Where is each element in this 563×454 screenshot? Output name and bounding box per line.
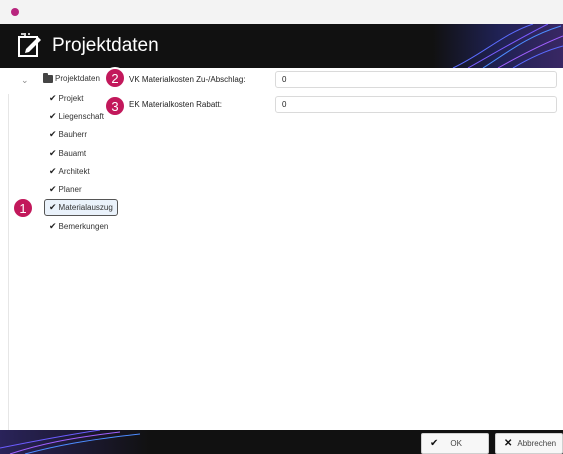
tree-item-liegenschaft[interactable]: ✔ Liegenschaft (49, 111, 104, 122)
check-icon: ✔ (49, 93, 57, 103)
ek-materialkosten-input[interactable]: 0 (275, 96, 557, 113)
tree-item-label: Projekt (58, 94, 84, 103)
tree-item-planer[interactable]: ✔ Planer (49, 184, 82, 195)
check-icon: ✔ (49, 129, 57, 139)
footer-decoration (0, 430, 150, 454)
project-tree: ⌄ Projektdaten ✔ Projekt ✔ Liegenschaft … (0, 68, 130, 430)
tree-item-bauherr[interactable]: ✔ Bauherr (49, 129, 87, 140)
check-icon: ✔ (49, 184, 57, 194)
tree-root-label: Projektdaten (55, 74, 100, 83)
check-icon: ✔ (49, 111, 57, 121)
tree-item-label: Bemerkungen (58, 222, 109, 231)
tree-root[interactable]: Projektdaten (43, 72, 100, 83)
ek-materialkosten-label: EK Materialkosten Rabatt: (129, 100, 222, 109)
check-icon: ✔ (49, 148, 57, 158)
check-icon: ✔ (49, 166, 57, 176)
check-icon: ✔ (430, 438, 439, 449)
vk-materialkosten-label: VK Materialkosten Zu-/Abschlag: (129, 75, 246, 84)
vk-materialkosten-input[interactable]: 0 (275, 71, 557, 88)
callout-badge-3: 3 (104, 95, 126, 117)
tree-item-label: Planer (58, 185, 82, 194)
tree-item-architekt[interactable]: ✔ Architekt (49, 166, 90, 177)
ok-button[interactable]: ✔ OK (421, 433, 489, 454)
callout-badge-1: 1 (12, 197, 34, 219)
tree-item-label: Materialauszug (58, 203, 113, 212)
tree-item-label: Bauherr (58, 130, 88, 139)
callout-badge-2: 2 (104, 67, 126, 89)
folder-icon (43, 72, 53, 83)
window-titlebar (0, 0, 563, 24)
close-icon: ✕ (504, 438, 513, 449)
tree-item-bemerkungen[interactable]: ✔ Bemerkungen (49, 221, 108, 232)
tree-item-bauamt[interactable]: ✔ Bauamt (49, 148, 86, 159)
check-icon: ✔ (49, 202, 57, 212)
tree-item-projekt[interactable]: ✔ Projekt (49, 93, 83, 104)
tree-item-label: Liegenschaft (58, 112, 104, 121)
cancel-button-label: Abbrechen (517, 439, 557, 448)
header-bar: Projektdaten (0, 24, 563, 68)
chevron-down-icon[interactable]: ⌄ (21, 75, 29, 86)
check-icon: ✔ (49, 221, 57, 231)
app-circle-icon (11, 8, 19, 16)
tree-item-label: Architekt (58, 167, 90, 176)
tree-item-materialauszug[interactable]: ✔ Materialauszug (44, 199, 118, 216)
page-title: Projektdaten (52, 35, 159, 56)
cancel-button[interactable]: ✕ Abbrechen (495, 433, 563, 454)
header-decoration (433, 24, 563, 68)
edit-document-icon (18, 33, 41, 57)
tree-item-label: Bauamt (58, 149, 87, 158)
ok-button-label: OK (450, 439, 462, 448)
